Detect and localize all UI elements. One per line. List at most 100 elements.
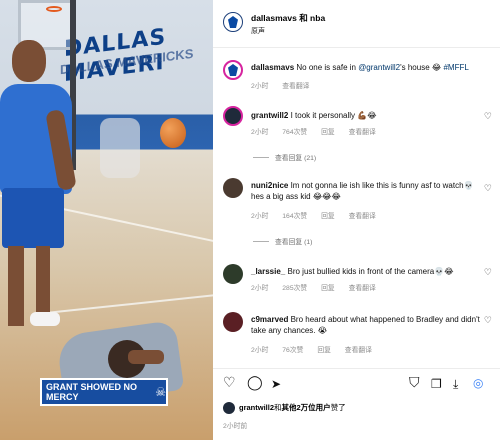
copy-icon[interactable]: ❐: [431, 377, 442, 391]
comment-meta: 2小时 285次赞 回复 查看翻译: [251, 282, 388, 292]
comment-body: hes a big ass kid: [251, 192, 313, 201]
flex-emoji: 💪🏾😂: [357, 111, 377, 120]
reply-button[interactable]: 回复: [317, 347, 331, 354]
laughing-emoji: 😂😂😂: [312, 192, 341, 201]
caption-text: dallasmavs No one is safe in @grantwill2…: [251, 62, 483, 73]
comment-user[interactable]: grantwill2: [251, 111, 288, 120]
view-replies-button[interactable]: 查看回复 (21): [253, 152, 316, 162]
c9marved-avatar[interactable]: [223, 312, 243, 332]
player-leg: [36, 246, 50, 318]
court-line: [40, 287, 213, 315]
see-translation-link[interactable]: 查看翻译: [349, 213, 376, 220]
comment-item: c9marved Bro heard about what happened t…: [213, 308, 500, 360]
post-header: dallasmavs 和 nba 原声: [213, 0, 500, 48]
see-translation-link[interactable]: 查看翻译: [282, 83, 309, 90]
share-icon[interactable]: ➤: [271, 377, 281, 391]
comment-user[interactable]: _larssie_: [251, 267, 285, 276]
mention-link[interactable]: @grantwill2: [358, 63, 400, 72]
crying-emoji: 😭: [317, 326, 328, 335]
save-icon[interactable]: ⛉: [409, 375, 420, 391]
comment-text: _larssie_ Bro just bullied kids in front…: [251, 266, 483, 277]
comment-heart-icon[interactable]: ♡: [484, 316, 492, 326]
comment-body: I took it personally: [290, 111, 358, 120]
caption-author[interactable]: dallasmavs: [251, 63, 294, 72]
caption-meta: 2小时 查看翻译: [251, 80, 321, 90]
comment-time: 2小时: [251, 285, 269, 292]
caption-body: No one is safe in: [296, 63, 359, 72]
comment-body: Im not gonna lie ish like this is funny …: [290, 181, 464, 190]
comment-user[interactable]: c9marved: [251, 315, 288, 324]
view-replies-label: 查看回复 (21): [275, 155, 317, 162]
comment-heart-icon[interactable]: ♡: [484, 112, 492, 122]
comment-text: nuni2nice Im not gonna lie ish like this…: [251, 180, 483, 202]
comment-item: _larssie_ Bro just bullied kids in front…: [213, 260, 500, 300]
player-shoe: [30, 312, 60, 326]
background-person: [100, 118, 140, 178]
likes-verb: 赞了: [330, 403, 346, 412]
comment-body: Bro just bullied kids in front of the ca…: [287, 267, 435, 276]
basketball: [160, 118, 186, 148]
hashtag-link[interactable]: #MFFL: [443, 63, 468, 72]
comment-text: grantwill2 I took it personally 💪🏾😂: [251, 110, 483, 121]
other-likers[interactable]: 其他2万位用户: [282, 403, 331, 412]
dallasmavs-avatar[interactable]: [223, 12, 243, 32]
comment-item: grantwill2 I took it personally 💪🏾😂 2小时 …: [213, 102, 500, 162]
comment-meta: 2小时 764次赞 回复 查看翻译: [251, 126, 388, 136]
laughing-emoji: 😂: [431, 63, 442, 72]
player-head: [12, 40, 46, 82]
likes-summary: grantwill2和其他2万位用户赞了: [239, 402, 346, 413]
header-title[interactable]: dallasmavs 和 nba: [251, 12, 325, 24]
view-replies-button[interactable]: 查看回复 (1): [253, 236, 312, 246]
grantwill2-avatar[interactable]: [223, 106, 243, 126]
comment-user[interactable]: nuni2nice: [251, 181, 288, 190]
comment-likes[interactable]: 164次赞: [282, 213, 307, 220]
caption-body: 's house: [400, 63, 432, 72]
action-bar: ♡ ◯ ➤ ⛉ ❐ ⤓ ◎: [213, 368, 500, 396]
see-translation-link[interactable]: 查看翻译: [349, 129, 376, 136]
comment-time: 2小时: [251, 129, 269, 136]
video-caption-text: GRANT SHOWED NO MERCY: [46, 382, 137, 402]
comment-meta: 2小时 164次赞 回复 查看翻译: [251, 210, 388, 220]
liker-name[interactable]: grantwill2: [239, 403, 274, 412]
extension-icon[interactable]: ◎: [473, 376, 483, 390]
video-frame[interactable]: DALLAS MAVERI DALLAS MAVERICKS GRANT SHO…: [0, 0, 213, 440]
reply-button[interactable]: 回复: [321, 213, 335, 220]
fallen-kid-arm: [128, 350, 164, 364]
skull-icon: ☠: [155, 385, 166, 399]
comment-time: 2小时: [251, 347, 269, 354]
reply-button[interactable]: 回复: [321, 285, 335, 292]
nuni2nice-avatar[interactable]: [223, 178, 243, 198]
comment-likes[interactable]: 285次赞: [282, 285, 307, 292]
divider-line: [253, 156, 269, 158]
view-replies-label: 查看回复 (1): [275, 239, 313, 246]
comment-likes[interactable]: 764次赞: [282, 129, 307, 136]
download-icon[interactable]: ⤓: [453, 377, 458, 392]
comment-heart-icon[interactable]: ♡: [484, 184, 492, 194]
comment-time: 2小时: [251, 213, 269, 220]
larssie-avatar[interactable]: [223, 264, 243, 284]
dallasmavs-avatar[interactable]: [223, 60, 243, 80]
comment-heart-icon[interactable]: ♡: [484, 268, 492, 278]
skull-emoji: 💀😂: [434, 267, 454, 276]
skull-emoji: 💀: [463, 181, 474, 190]
liker-avatar[interactable]: [223, 402, 235, 414]
comment-text: c9marved Bro heard about what happened t…: [251, 314, 483, 336]
hoop-rim: [46, 6, 62, 12]
see-translation-link[interactable]: 查看翻译: [345, 347, 372, 354]
like-icon[interactable]: ♡: [223, 375, 236, 391]
likes-joiner: 和: [274, 403, 282, 412]
comment-item: nuni2nice Im not gonna lie ish like this…: [213, 172, 500, 250]
comment-likes[interactable]: 76次赞: [282, 347, 303, 354]
reply-button[interactable]: 回复: [321, 129, 335, 136]
audio-label[interactable]: 原声: [251, 26, 265, 36]
player-leg: [8, 246, 24, 326]
comment-icon[interactable]: ◯: [247, 375, 263, 391]
comment-meta: 2小时 76次赞 回复 查看翻译: [251, 344, 384, 354]
post-caption: dallasmavs No one is safe in @grantwill2…: [213, 56, 500, 96]
post-time: 2小时前: [223, 423, 248, 430]
video-caption: GRANT SHOWED NO MERCY ☠: [40, 378, 168, 406]
player-shorts: [2, 188, 64, 248]
see-translation-link[interactable]: 查看翻译: [349, 285, 376, 292]
divider-line: [253, 240, 269, 242]
caption-time: 2小时: [251, 83, 269, 90]
